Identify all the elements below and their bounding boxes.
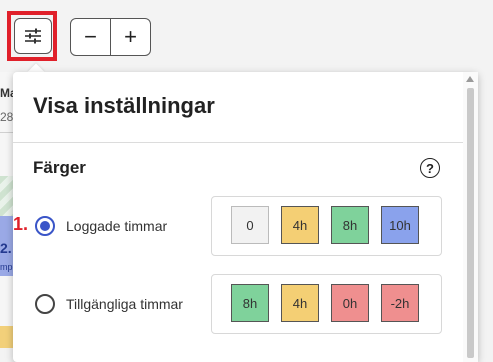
calendar-hours-value: 2.	[0, 240, 12, 256]
help-icon[interactable]: ?	[420, 158, 440, 178]
option-available-hours[interactable]: Tillgängliga timmar 8h 4h 0h -2h	[33, 274, 443, 336]
panel-scrollbar[interactable]	[463, 72, 478, 362]
legend-chip: 8h	[331, 206, 369, 244]
zoom-out-button[interactable]: −	[71, 19, 110, 55]
option-label: Loggade timmar	[66, 218, 168, 234]
option-logged-hours[interactable]: Loggade timmar 0 4h 8h 10h	[33, 196, 443, 258]
calendar-orange-block	[0, 326, 14, 348]
calendar-hours-sub: mp	[0, 262, 13, 272]
option-label: Tillgängliga timmar	[66, 296, 183, 312]
radio-available-hours[interactable]	[35, 294, 55, 314]
panel-title: Visa inställningar	[33, 93, 215, 118]
legend-chip: 8h	[231, 284, 269, 322]
legend-chip: 4h	[281, 284, 319, 322]
step-marker: 1.	[13, 214, 29, 234]
legend-chip: 0	[231, 206, 269, 244]
colors-section-title: Färger	[33, 158, 86, 177]
radio-logged-hours[interactable]	[35, 216, 55, 236]
calendar-date-label: 28	[0, 110, 14, 124]
legend-chip: 4h	[281, 206, 319, 244]
legend-chip: 0h	[331, 284, 369, 322]
panel-divider	[13, 142, 463, 143]
calendar-striped-block	[0, 176, 14, 216]
calendar-divider	[0, 132, 14, 133]
scroll-up-icon[interactable]	[466, 76, 474, 82]
view-settings-panel: Visa inställningar Färger ? Loggade timm…	[13, 72, 478, 362]
color-legend: 0 4h 8h 10h	[211, 196, 442, 256]
zoom-controls: − +	[70, 18, 151, 56]
legend-chip: -2h	[381, 284, 419, 322]
color-legend: 8h 4h 0h -2h	[211, 274, 442, 334]
scroll-thumb[interactable]	[467, 88, 474, 358]
zoom-in-button[interactable]: +	[110, 19, 150, 55]
highlight-box	[7, 11, 57, 61]
legend-chip: 10h	[381, 206, 419, 244]
